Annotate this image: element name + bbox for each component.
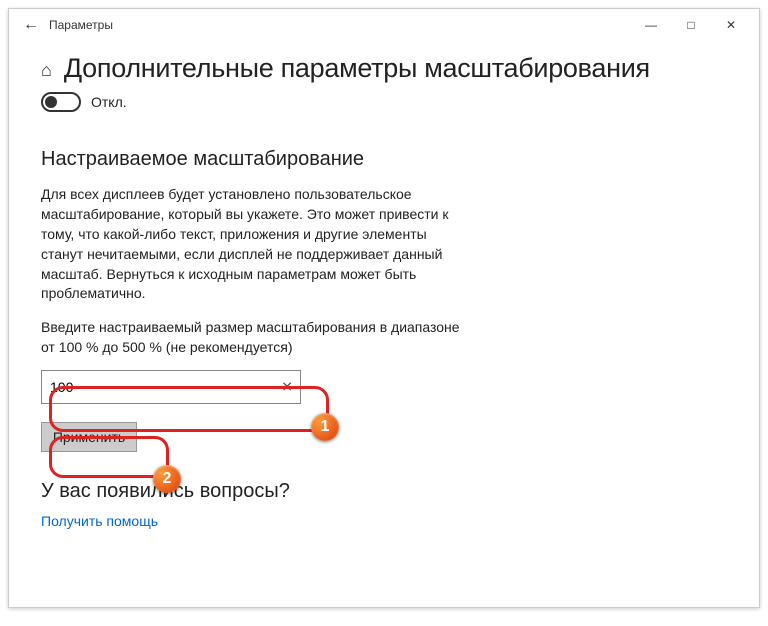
scaling-fix-toggle[interactable] xyxy=(41,92,81,112)
annotation-callout-2: 2 xyxy=(153,465,181,493)
custom-scaling-description: Для всех дисплеев будет установлено поль… xyxy=(41,185,461,304)
clear-input-icon[interactable]: ✕ xyxy=(281,379,293,396)
maximize-button[interactable]: □ xyxy=(671,11,711,39)
home-icon[interactable]: ⌂ xyxy=(41,60,52,81)
toggle-state-label: Откл. xyxy=(91,94,127,110)
close-button[interactable]: ✕ xyxy=(711,11,751,39)
apply-button[interactable]: Применить xyxy=(41,422,137,452)
titlebar: ← Параметры — □ ✕ xyxy=(9,9,759,41)
custom-scale-input[interactable] xyxy=(41,370,301,404)
toggle-knob-icon xyxy=(45,96,57,108)
page-title: Дополнительные параметры масштабирования xyxy=(64,53,650,84)
window-controls: — □ ✕ xyxy=(631,11,751,39)
custom-scaling-input-label: Введите настраиваемый размер масштабиров… xyxy=(41,318,461,358)
custom-scaling-heading: Настраиваемое масштабирование xyxy=(41,148,727,171)
app-title-text: Параметры xyxy=(49,18,631,32)
get-help-link[interactable]: Получить помощь xyxy=(41,513,158,529)
back-arrow-icon[interactable]: ← xyxy=(17,16,45,34)
minimize-button[interactable]: — xyxy=(631,11,671,39)
faq-heading: У вас появились вопросы? xyxy=(41,480,727,503)
annotation-callout-1: 1 xyxy=(311,413,339,441)
